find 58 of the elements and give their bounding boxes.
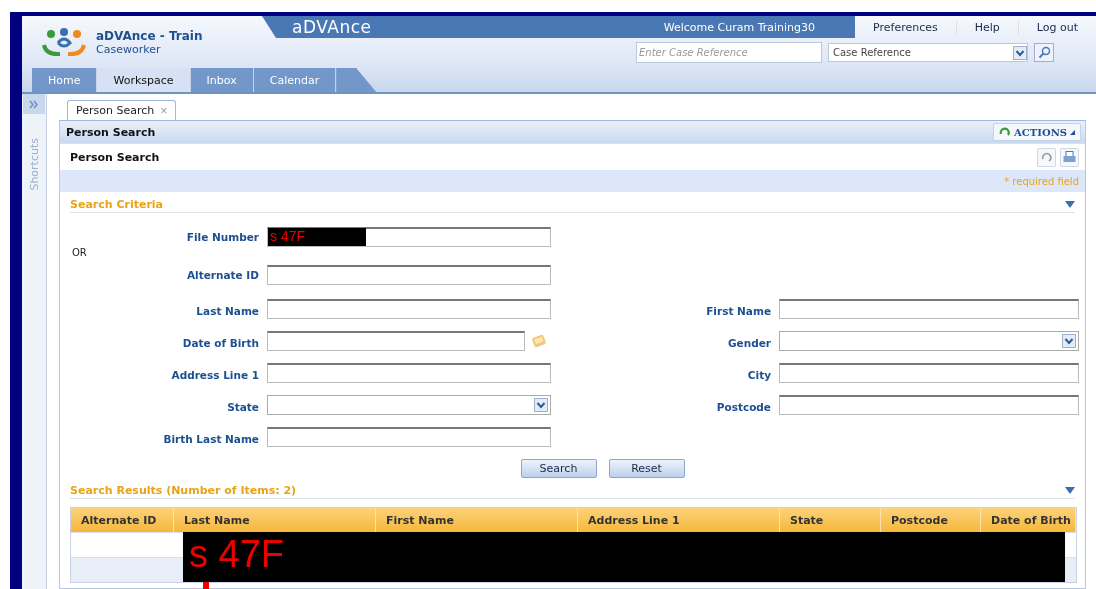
field-label: Date of Birth	[182, 337, 259, 349]
refresh-icon	[1041, 151, 1052, 163]
field-label: First Name	[706, 305, 771, 317]
field-label: Postcode	[716, 401, 771, 413]
app-title: aDVAnce - Train	[96, 28, 203, 43]
redaction-mark	[203, 582, 209, 589]
case-type-select[interactable]: Case Reference	[828, 43, 1028, 62]
panel-title: Person Search	[66, 125, 156, 139]
collapse-arrow-icon[interactable]	[1065, 486, 1075, 494]
redaction: s 47F	[183, 532, 1065, 582]
section-title: Search Criteria	[70, 197, 164, 211]
print-button[interactable]	[1060, 147, 1079, 167]
refresh-button[interactable]	[1037, 147, 1056, 167]
header-link[interactable]: Log out	[1017, 20, 1096, 34]
header-link[interactable]: Preferences	[855, 20, 956, 34]
page-tab[interactable]: Person Search ×	[67, 100, 177, 120]
page-tab-label: Person Search	[76, 104, 155, 117]
double-chevron-icon	[29, 99, 39, 109]
welcome-text: Welcome Curam Training30	[663, 20, 816, 34]
select-field[interactable]	[267, 395, 551, 415]
field-label: File Number	[186, 231, 259, 243]
field-label: Gender	[727, 337, 771, 349]
field-label: Birth Last Name	[163, 433, 259, 445]
text-field[interactable]	[779, 363, 1079, 383]
form-button[interactable]: Search	[520, 459, 597, 478]
header-link[interactable]: Help	[955, 20, 1018, 34]
field-label: State	[227, 401, 259, 413]
text-field[interactable]	[267, 363, 551, 383]
caret-icon	[1070, 129, 1075, 135]
text-field[interactable]	[779, 299, 1079, 319]
field-label: City	[747, 369, 771, 381]
text-field[interactable]	[267, 265, 551, 285]
page-title: Person Search	[70, 150, 160, 164]
or-text: OR	[71, 247, 88, 260]
field-label: Last Name	[196, 305, 259, 317]
date-field[interactable]	[267, 331, 525, 351]
search-button[interactable]	[1034, 43, 1054, 62]
redaction: s 47F	[268, 228, 366, 246]
logo-icon	[42, 27, 86, 57]
case-reference-field[interactable]: Enter Case Reference	[636, 42, 822, 63]
field-label: Address Line 1	[171, 369, 259, 381]
refresh-icon	[999, 126, 1012, 138]
select-field[interactable]	[779, 331, 1079, 351]
print-icon	[1063, 151, 1076, 163]
field-label: Alternate ID	[186, 269, 259, 281]
role-label: Caseworker	[96, 42, 162, 56]
required-note: * required field	[1004, 175, 1079, 187]
brand-name: aDVAnce	[292, 17, 372, 37]
text-field[interactable]	[267, 427, 551, 447]
text-field[interactable]	[267, 299, 551, 319]
search-icon	[1037, 46, 1051, 59]
section-title: Search Results (Number of Items: 2)	[70, 483, 297, 497]
nav-tab[interactable]: Workspace	[97, 68, 191, 92]
form-button[interactable]: Reset	[608, 459, 685, 478]
collapse-arrow-icon[interactable]	[1065, 200, 1075, 208]
text-field[interactable]	[779, 395, 1079, 415]
actions-button[interactable]: ACTIONS	[993, 123, 1081, 141]
file-number-field[interactable]: s 47F	[267, 227, 551, 247]
